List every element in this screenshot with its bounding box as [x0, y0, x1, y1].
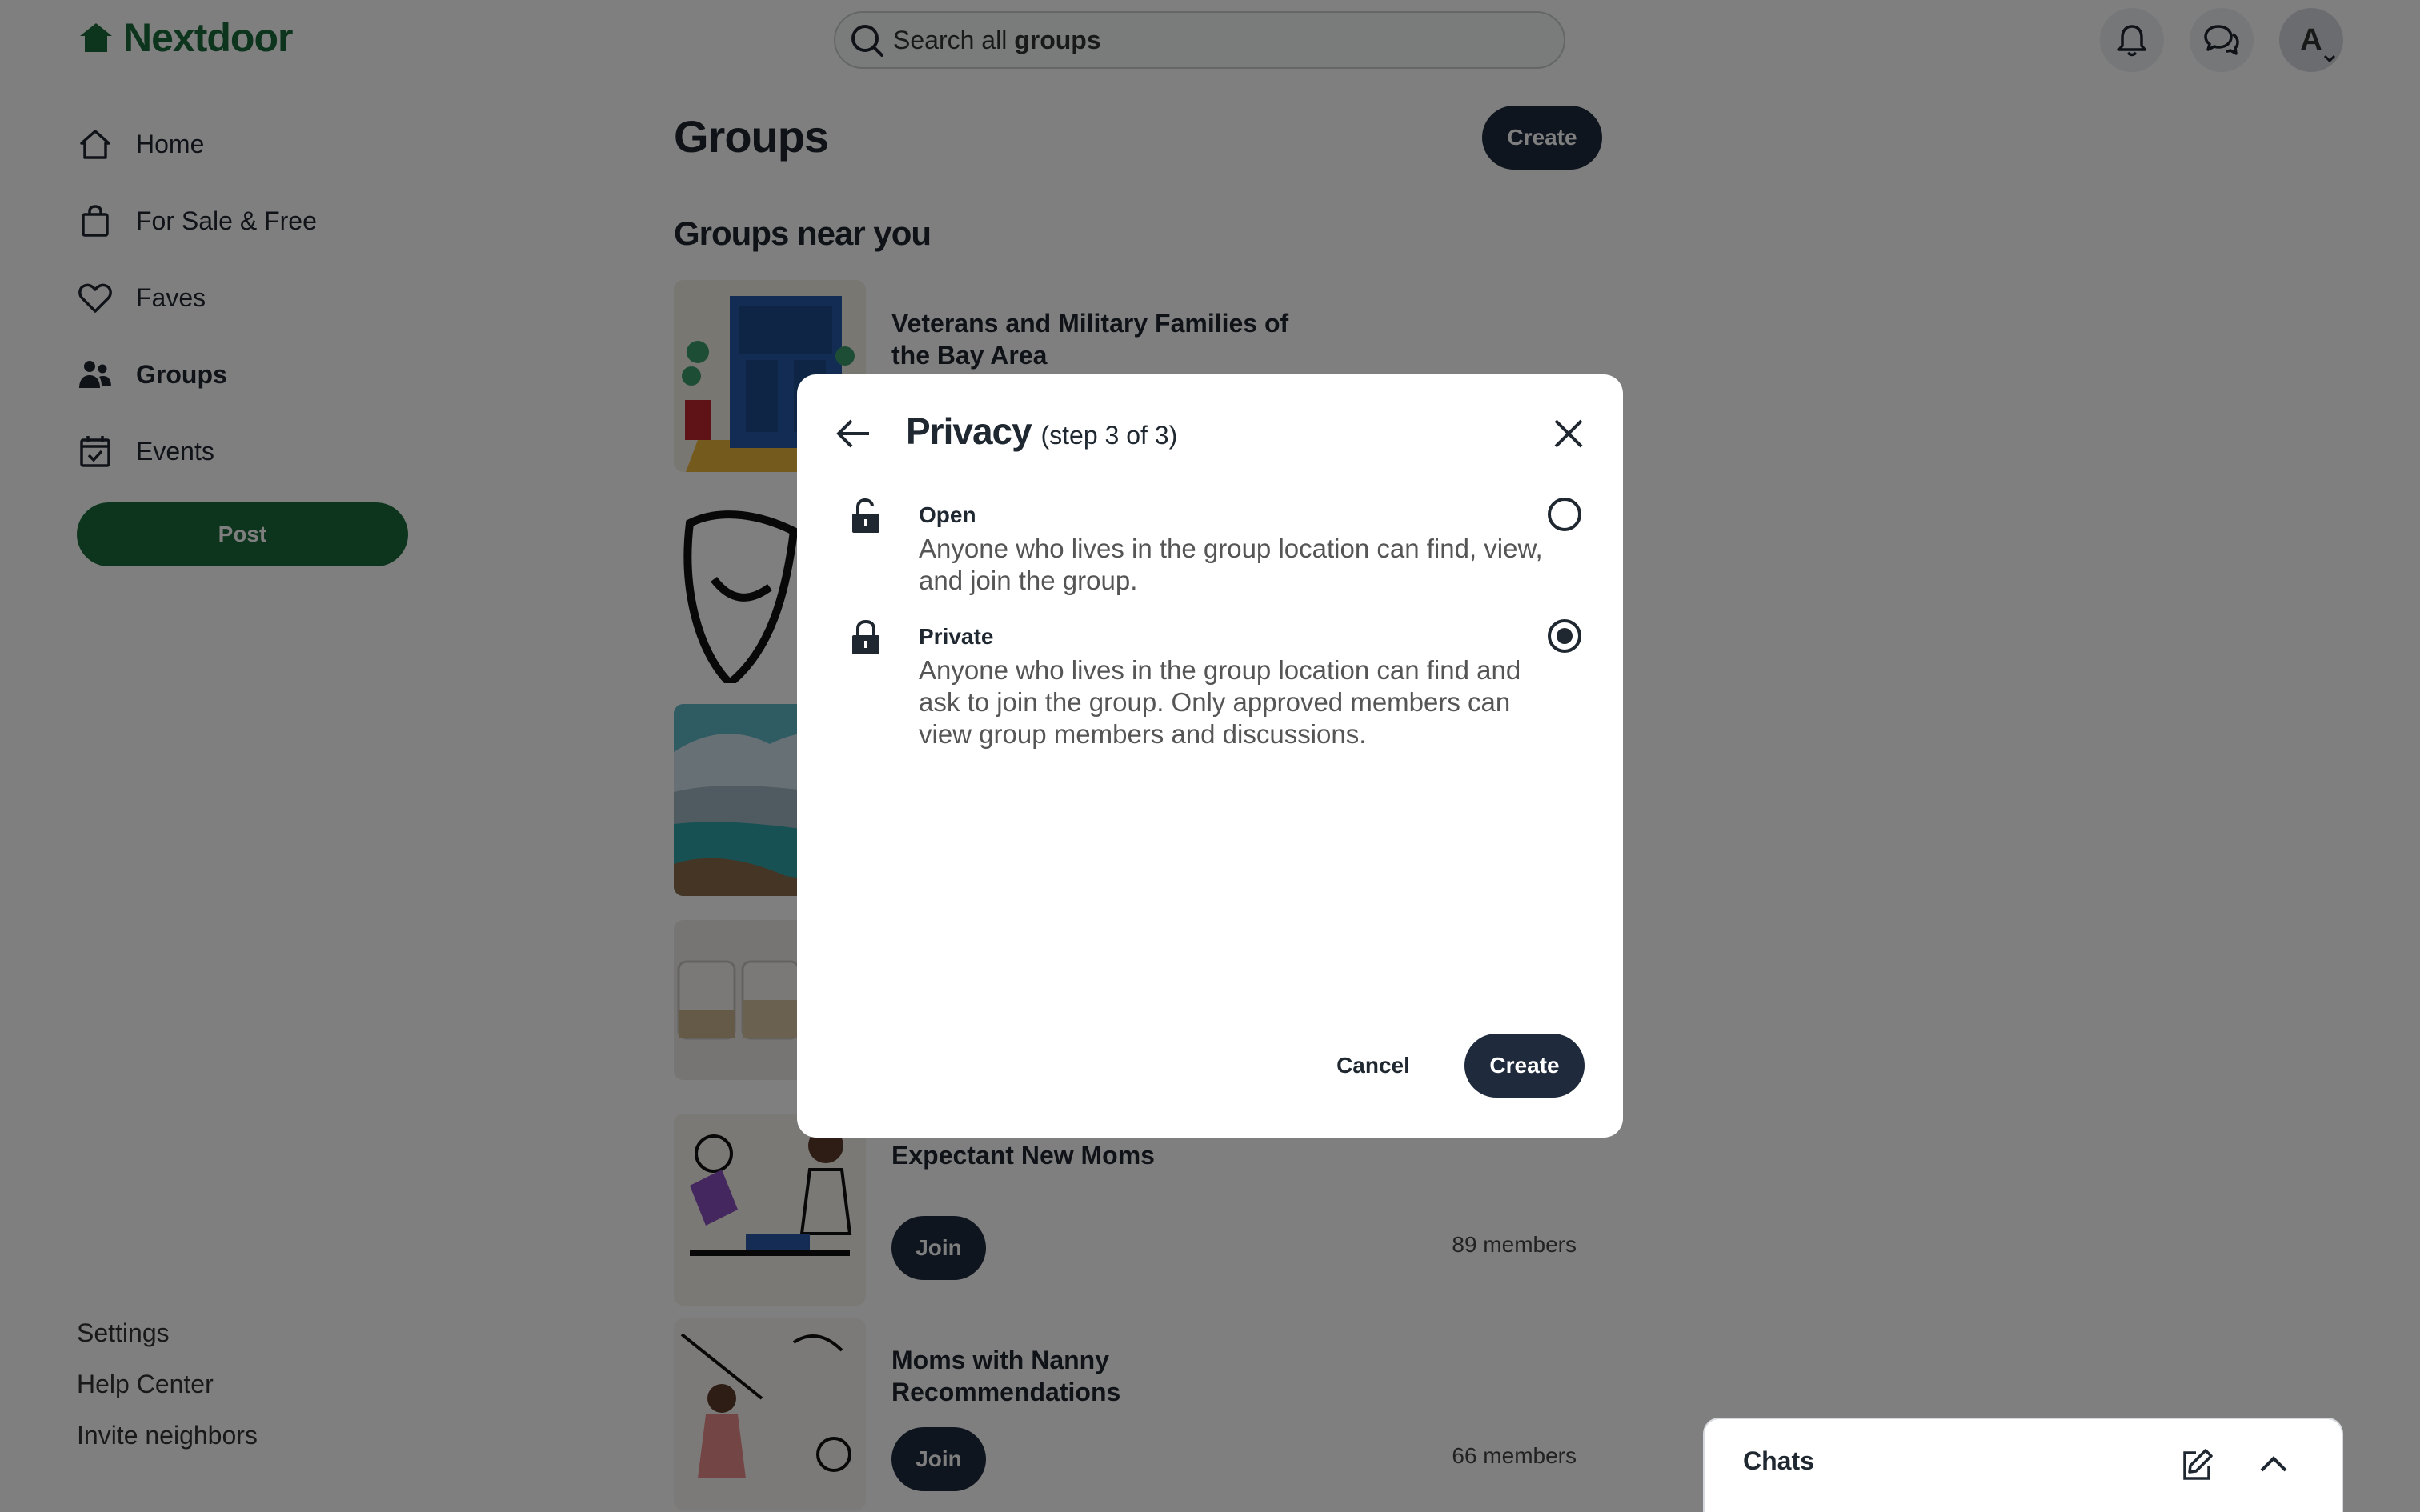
option-private-description: Anyone who lives in the group location c… — [919, 655, 1521, 749]
modal-title-text: Privacy — [906, 410, 1032, 452]
radio-open[interactable] — [1548, 498, 1581, 531]
cancel-button[interactable]: Cancel — [1325, 1034, 1421, 1098]
close-icon[interactable] — [1548, 413, 1589, 454]
chevron-up-icon[interactable] — [2255, 1446, 2292, 1483]
option-private-label: Private — [919, 624, 994, 649]
lock-icon — [852, 619, 879, 654]
chats-label: Chats — [1743, 1446, 1814, 1475]
privacy-modal: Privacy (step 3 of 3) Open Anyone who li… — [797, 374, 1623, 1138]
modal-step-indicator: (step 3 of 3) — [1040, 421, 1178, 450]
create-button[interactable]: Create — [1464, 1034, 1585, 1098]
option-open-description: Anyone who lives in the group location c… — [919, 534, 1543, 595]
modal-title: Privacy (step 3 of 3) — [906, 410, 1177, 453]
option-open-label: Open — [919, 502, 976, 527]
back-arrow-icon[interactable] — [832, 413, 874, 454]
compose-icon[interactable] — [2178, 1446, 2215, 1483]
unlocked-icon — [852, 498, 879, 533]
chats-panel[interactable]: Chats — [1703, 1418, 2343, 1512]
radio-private[interactable] — [1548, 619, 1581, 653]
